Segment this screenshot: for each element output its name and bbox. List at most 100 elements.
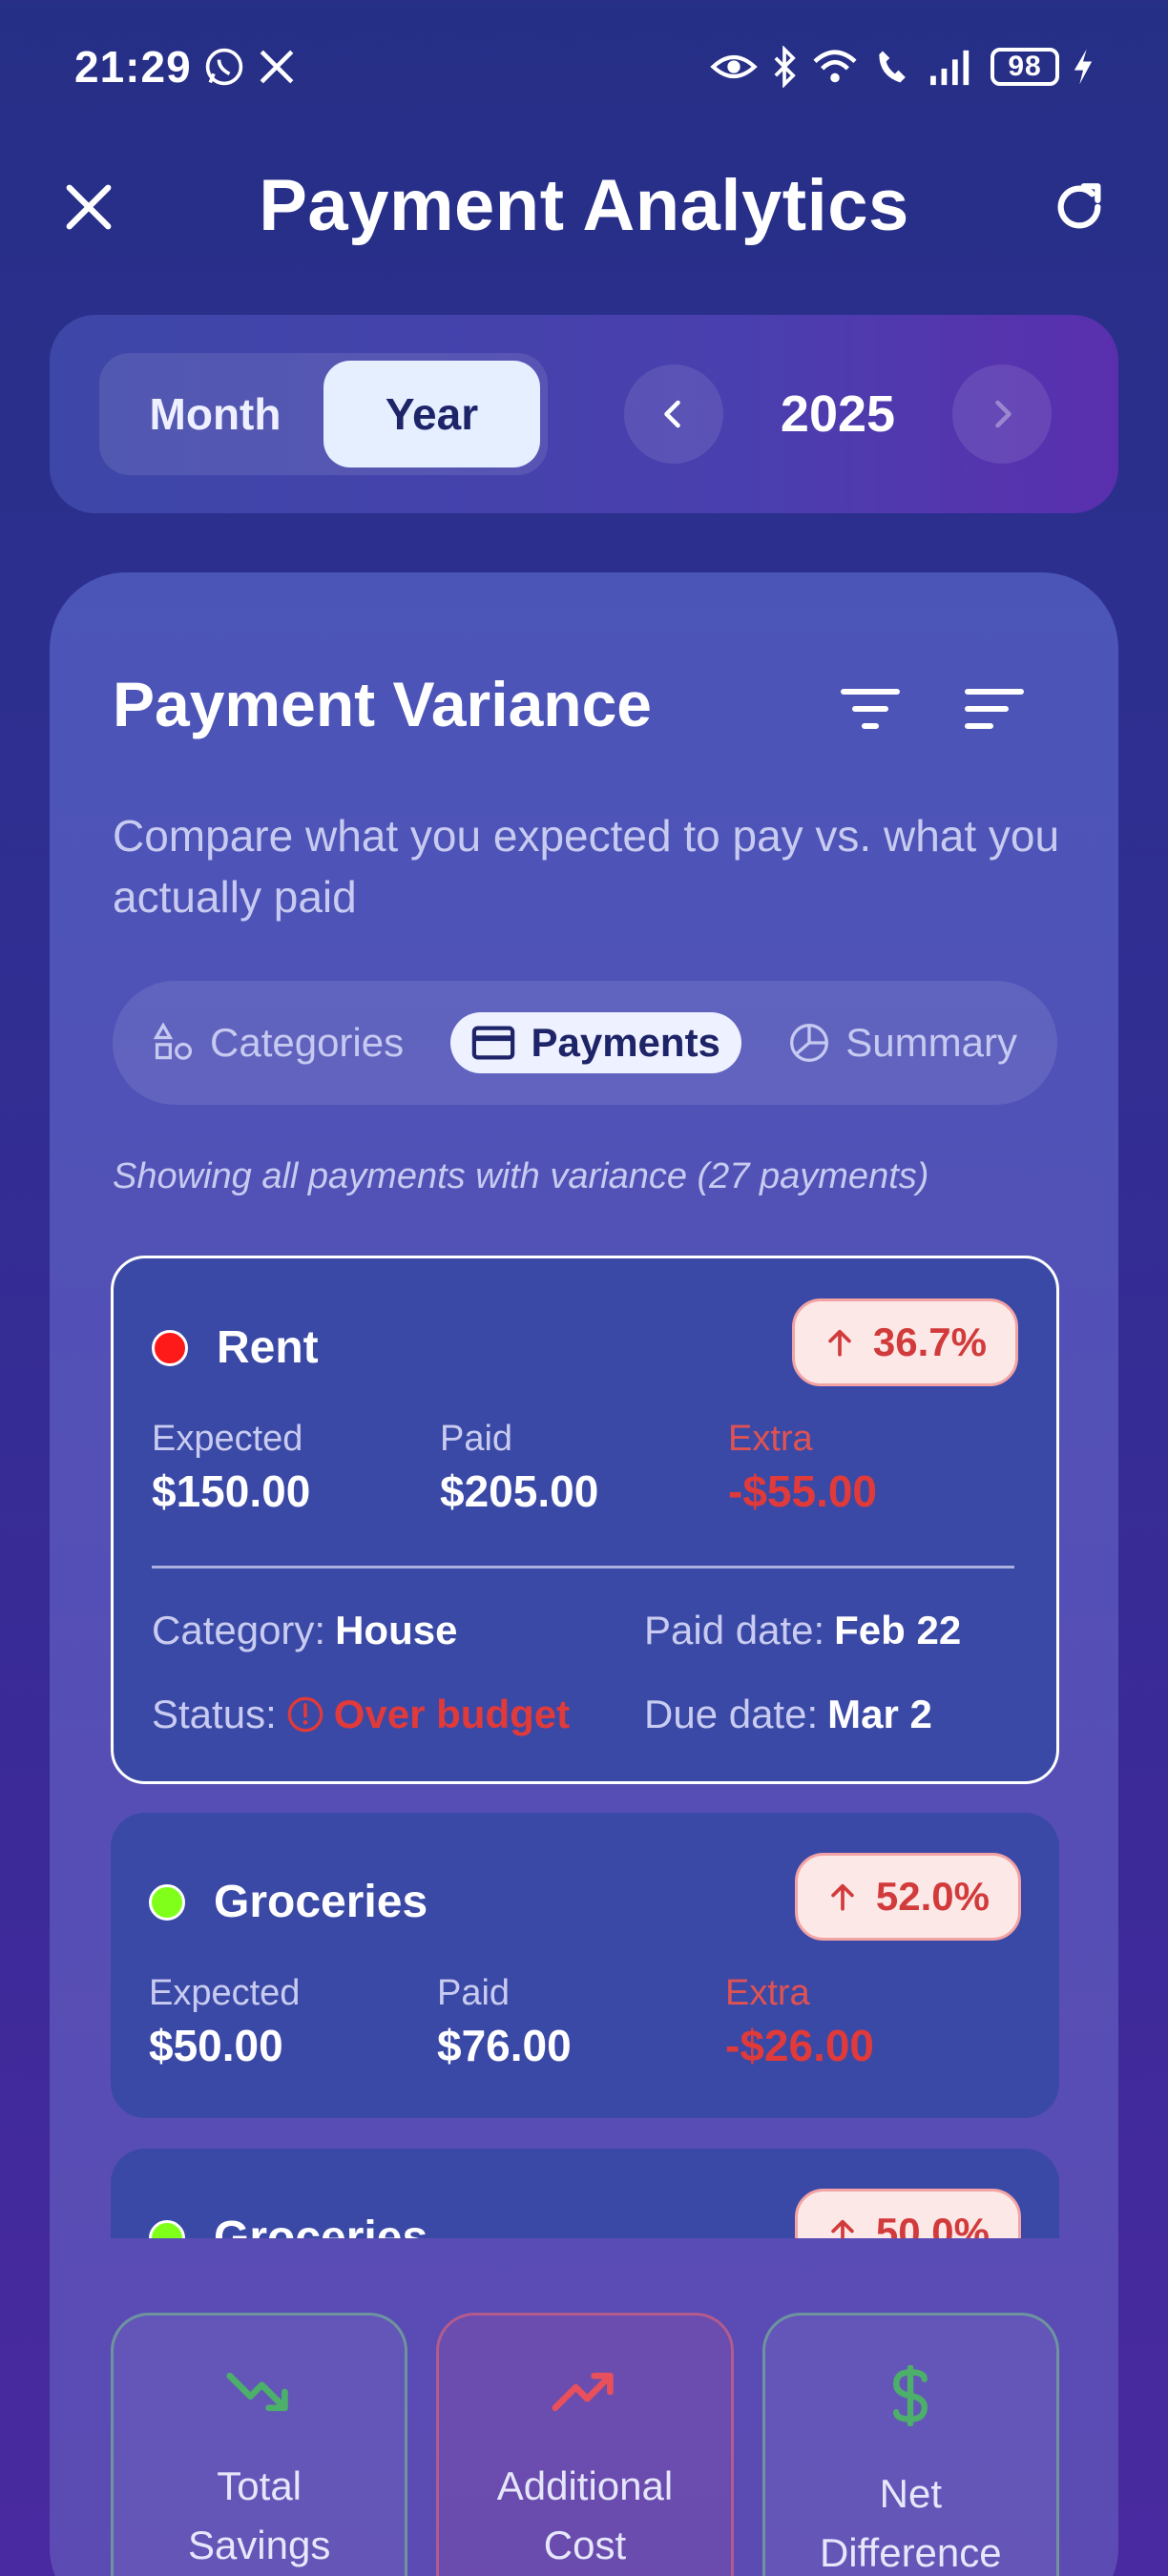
variance-badge: 52.0% — [794, 1853, 1021, 1941]
paid-value: $205.00 — [440, 1466, 599, 1516]
status-value: Over budget — [333, 1692, 571, 1736]
status-time: 21:29 — [74, 42, 192, 92]
refresh-button[interactable] — [1046, 174, 1113, 240]
variance-tabs: Categories Payments Summary — [113, 981, 1057, 1105]
payments-count-text: Showing all payments with variance (27 p… — [113, 1156, 929, 1196]
filter-icon — [841, 689, 900, 729]
extra-value: -$26.00 — [725, 2021, 875, 2070]
expected-label: Expected — [149, 1973, 301, 2013]
expected-label: Expected — [152, 1419, 303, 1459]
paid-value: $76.00 — [437, 2021, 572, 2070]
tab-summary-label: Summary — [845, 1020, 1017, 1065]
x-icon — [257, 47, 297, 87]
status-label: Status: — [152, 1692, 277, 1736]
expected-metric: Expected $50.00 — [149, 1973, 437, 2071]
payment-header: Groceries — [149, 1876, 428, 1928]
payment-header: Rent — [152, 1321, 319, 1374]
close-button[interactable] — [55, 174, 122, 240]
net-difference-card[interactable]: Net Difference — [761, 2313, 1059, 2576]
due-date-label: Due date: — [644, 1692, 819, 1736]
paid-label: Paid — [437, 1973, 511, 2013]
status-left: 21:29 — [74, 41, 297, 93]
category-color-dot — [152, 1329, 188, 1366]
filter-button[interactable] — [832, 675, 908, 742]
wifi-icon — [811, 47, 859, 87]
paid-label: Paid — [440, 1419, 513, 1459]
wifi-call-icon — [872, 47, 914, 87]
category-detail: Category: House — [152, 1608, 457, 1653]
trending-down-icon — [226, 2372, 288, 2412]
card-icon — [472, 1026, 515, 1060]
next-year-button[interactable] — [952, 364, 1052, 464]
payment-name: Groceries — [214, 1877, 428, 1927]
sort-button[interactable] — [956, 675, 1032, 742]
close-icon — [66, 184, 112, 230]
category-color-dot — [149, 2219, 185, 2238]
divider — [152, 1566, 1014, 1568]
paid-date-label: Paid date: — [644, 1608, 825, 1652]
paid-date-value: Feb 22 — [834, 1608, 962, 1652]
selected-year: 2025 — [780, 385, 896, 443]
extra-label: Extra — [728, 1419, 813, 1459]
previous-year-button[interactable] — [624, 364, 723, 464]
tab-payments[interactable]: Payments — [450, 1012, 741, 1073]
expected-value: $50.00 — [149, 2021, 283, 2070]
payment-item[interactable]: Rent 36.7% Expected $150.00 Paid $205.00… — [111, 1256, 1059, 1784]
variance-title: Payment Variance — [113, 669, 652, 739]
chevron-right-icon — [995, 400, 1012, 428]
due-date-value: Mar 2 — [827, 1692, 932, 1736]
variance-percent: 52.0% — [875, 1874, 990, 1919]
variance-percent: 36.7% — [872, 1319, 987, 1364]
category-label: Category: — [152, 1608, 326, 1652]
additional-cost-label: Additional Cost — [496, 2463, 674, 2567]
additional-cost-card[interactable]: Additional Cost — [436, 2313, 734, 2576]
category-value: House — [335, 1608, 458, 1652]
variance-badge: 36.7% — [791, 1298, 1018, 1386]
dollar-icon — [893, 2365, 928, 2426]
status-right: 98 — [710, 46, 1094, 88]
trending-up-icon — [552, 2372, 614, 2412]
paid-metric: Paid $205.00 — [440, 1419, 728, 1517]
payment-item[interactable]: Groceries 50.0% — [111, 2149, 1059, 2238]
chevron-left-icon — [664, 400, 680, 428]
period-selector: Month Year 2025 — [50, 315, 1118, 513]
payment-metrics: Expected $50.00 Paid $76.00 Extra -$26.0… — [149, 1973, 1013, 2071]
alert-circle-icon — [287, 1696, 323, 1733]
paid-date-detail: Paid date: Feb 22 — [644, 1608, 961, 1653]
payment-item[interactable]: Groceries 52.0% Expected $50.00 Paid $76… — [111, 1813, 1059, 2118]
pie-icon — [790, 1024, 829, 1062]
extra-metric: Extra -$26.00 — [725, 1973, 1013, 2071]
period-toggle: Month Year — [99, 353, 548, 475]
payment-list[interactable]: Rent 36.7% Expected $150.00 Paid $205.00… — [111, 1256, 1059, 2238]
period-year-button[interactable]: Year — [323, 361, 540, 467]
period-month-button[interactable]: Month — [107, 361, 323, 467]
expected-metric: Expected $150.00 — [152, 1419, 440, 1517]
app-header: Payment Analytics — [0, 143, 1168, 267]
payment-header: Groceries — [149, 2212, 428, 2238]
bluetooth-icon — [771, 46, 798, 88]
extra-value: -$55.00 — [728, 1466, 878, 1516]
tab-categories-label: Categories — [210, 1020, 405, 1065]
tab-payments-label: Payments — [531, 1020, 720, 1065]
arrow-up-icon — [831, 2219, 854, 2238]
tab-summary[interactable]: Summary — [767, 1012, 1038, 1073]
battery-level: 98 — [1008, 51, 1042, 82]
payment-name: Rent — [217, 1322, 319, 1373]
signal-icon — [928, 47, 977, 87]
total-savings-card[interactable]: Total Savings — [111, 2313, 408, 2576]
paid-metric: Paid $76.00 — [437, 1973, 725, 2071]
variance-subtitle: Compare what you expected to pay vs. wha… — [113, 811, 1060, 922]
year-navigator: 2025 — [624, 364, 1052, 464]
variance-badge: 50.0% — [794, 2189, 1021, 2238]
summary-cards: Total Savings Additional Cost Net Differ… — [111, 2313, 1059, 2576]
tab-categories[interactable]: Categories — [132, 1012, 425, 1073]
eye-icon — [710, 48, 758, 86]
net-difference-label: Net Difference — [819, 2471, 1002, 2575]
total-savings-label: Total Savings — [187, 2463, 331, 2567]
battery-icon: 98 — [991, 48, 1059, 86]
payment-name: Groceries — [214, 2212, 428, 2238]
categories-icon — [153, 1022, 193, 1060]
category-color-dot — [149, 1883, 185, 1921]
arrow-up-icon — [831, 1883, 854, 1911]
extra-label: Extra — [725, 1973, 810, 2013]
